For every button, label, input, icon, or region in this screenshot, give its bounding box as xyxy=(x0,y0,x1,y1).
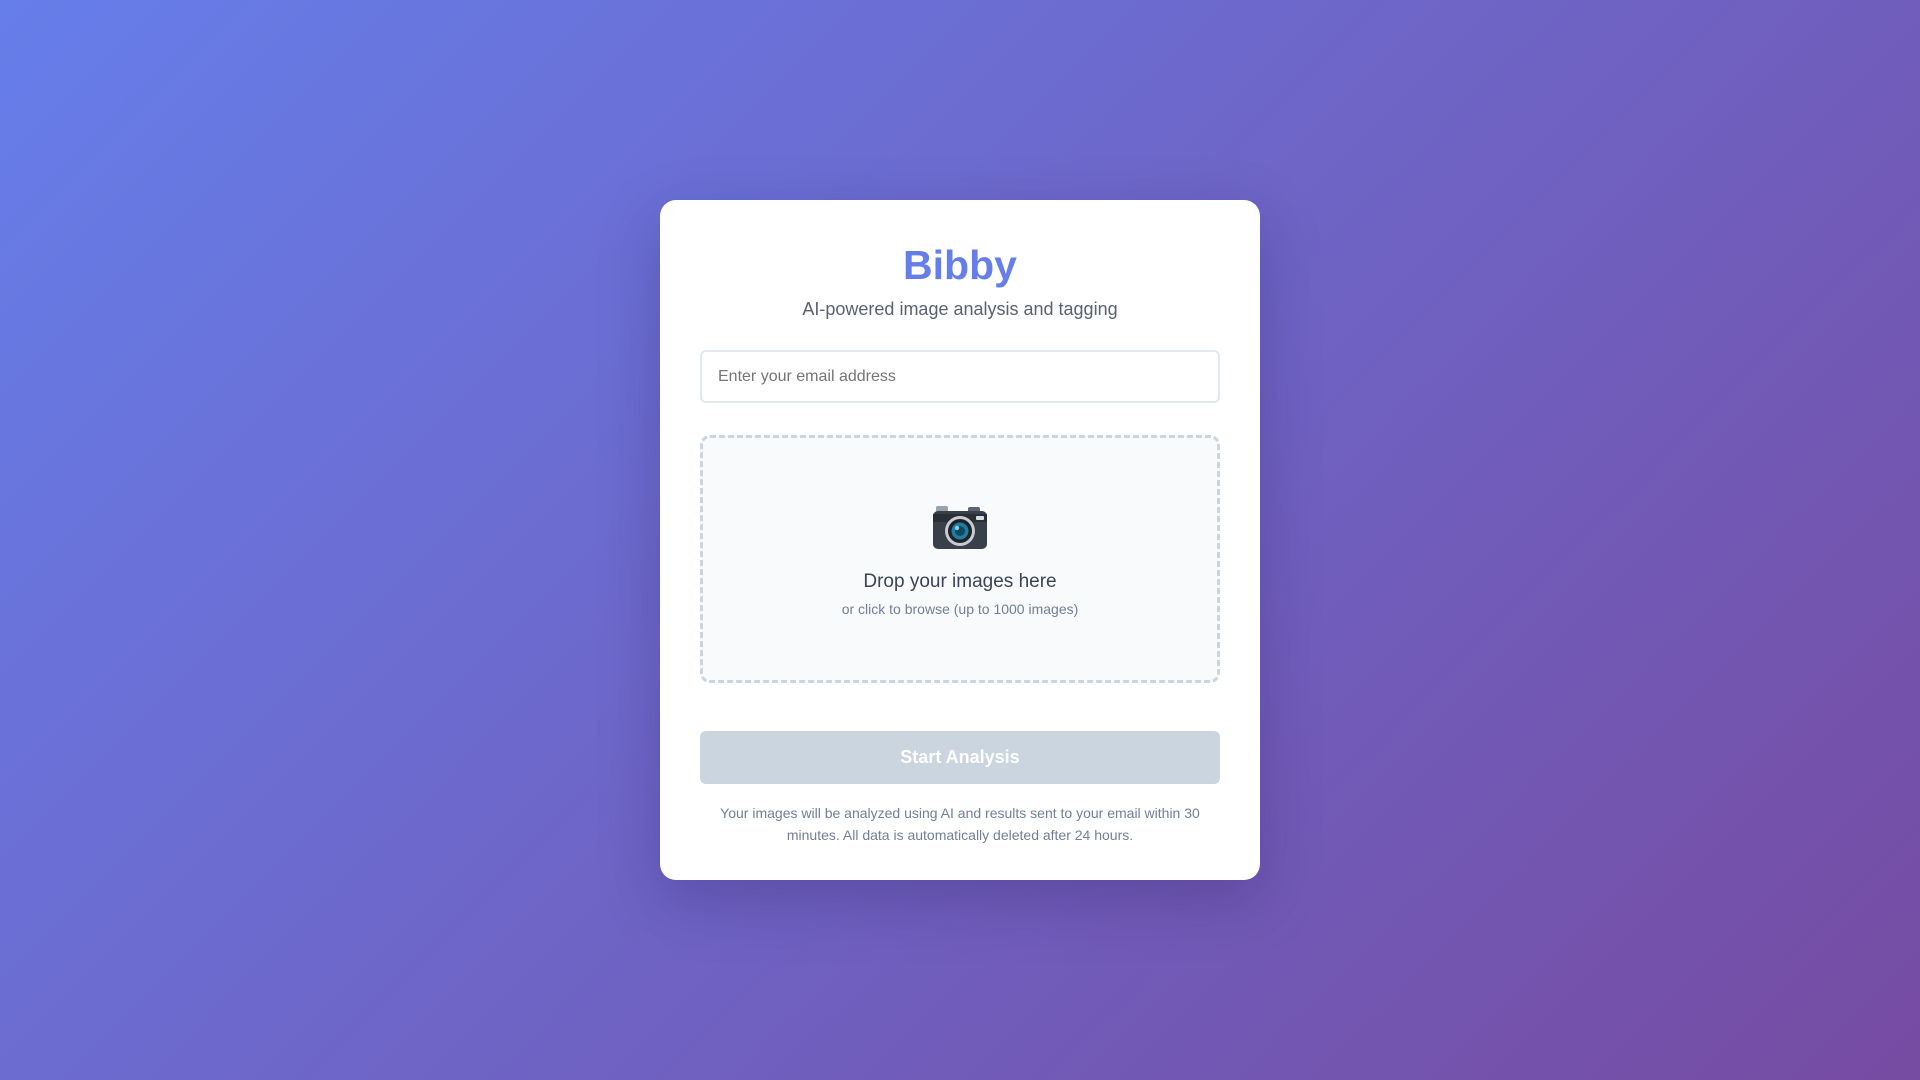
privacy-disclaimer: Your images will be analyzed using AI an… xyxy=(720,805,1200,843)
camera-icon xyxy=(933,506,987,549)
app-title: Bibby xyxy=(903,242,1017,288)
start-analysis-button[interactable]: Start Analysis xyxy=(700,731,1220,784)
email-input[interactable] xyxy=(700,350,1220,403)
dropzone-title: Drop your images here xyxy=(863,571,1057,592)
image-dropzone[interactable]: Drop your images here or click to browse… xyxy=(700,435,1220,683)
upload-card: Bibby AI-powered image analysis and tagg… xyxy=(660,200,1260,880)
app-tagline: AI-powered image analysis and tagging xyxy=(802,299,1118,319)
dropzone-subtitle: or click to browse (up to 1000 images) xyxy=(841,601,1079,617)
